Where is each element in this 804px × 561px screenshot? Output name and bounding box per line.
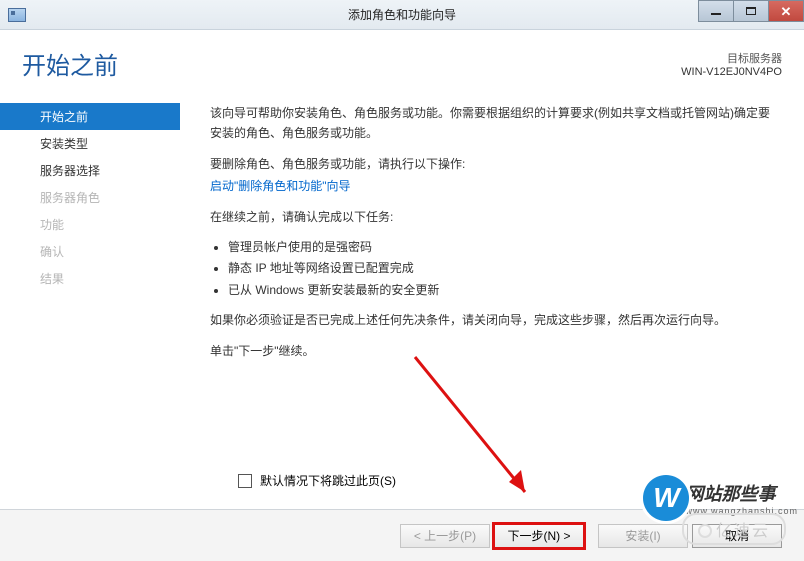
titlebar: 添加角色和功能向导 ✕ (0, 0, 804, 30)
sidebar-item-before-you-begin[interactable]: 开始之前 (0, 103, 180, 130)
previous-button: < 上一步(P) (400, 524, 490, 548)
cancel-button[interactable]: 取消 (692, 524, 782, 548)
remove-label: 要删除角色、角色服务或功能，请执行以下操作: (210, 154, 774, 174)
intro-text: 该向导可帮助你安装角色、角色服务或功能。你需要根据组织的计算要求(例如共享文档或… (210, 103, 774, 144)
close-button[interactable]: ✕ (768, 0, 804, 22)
sidebar-item-features: 功能 (0, 211, 180, 238)
sidebar: 开始之前 安装类型 服务器选择 服务器角色 功能 确认 结果 (0, 95, 180, 371)
install-button: 安装(I) (598, 524, 688, 548)
task-item: 已从 Windows 更新安装最新的安全更新 (228, 280, 774, 300)
close-icon: ✕ (781, 5, 792, 18)
body: 开始之前 安装类型 服务器选择 服务器角色 功能 确认 结果 该向导可帮助你安装… (0, 91, 804, 371)
skip-row: 默认情况下将跳过此页(S) (238, 472, 396, 489)
header: 开始之前 目标服务器 WIN-V12EJ0NV4PO (0, 30, 804, 91)
continue-text: 单击"下一步"继续。 (210, 341, 774, 361)
sidebar-item-server-selection[interactable]: 服务器选择 (0, 157, 180, 184)
sidebar-item-label: 服务器选择 (40, 164, 100, 178)
sidebar-item-label: 安装类型 (40, 137, 88, 151)
button-label: 取消 (725, 527, 749, 544)
minimize-button[interactable] (698, 0, 734, 22)
target-label: 目标服务器 (681, 50, 782, 66)
window-controls: ✕ (699, 0, 804, 22)
sidebar-item-label: 功能 (40, 218, 64, 232)
watermark-main: 网站那些事 (685, 480, 798, 506)
task-item: 管理员帐户使用的是强密码 (228, 237, 774, 257)
sidebar-item-installation-type[interactable]: 安装类型 (0, 130, 180, 157)
skip-checkbox-label: 默认情况下将跳过此页(S) (260, 472, 396, 489)
page-title: 开始之前 (22, 46, 118, 81)
app-icon (8, 8, 26, 22)
maximize-button[interactable] (733, 0, 769, 22)
sidebar-item-server-roles: 服务器角色 (0, 184, 180, 211)
window-title: 添加角色和功能向导 (0, 6, 804, 23)
minimize-icon (711, 13, 721, 15)
footer: < 上一步(P) 下一步(N) > 安装(I) 取消 (0, 509, 804, 561)
button-label: 下一步(N) > (507, 527, 570, 544)
sidebar-item-results: 结果 (0, 265, 180, 292)
remove-wizard-link[interactable]: 启动"删除角色和功能"向导 (210, 179, 351, 193)
target-info: 目标服务器 WIN-V12EJ0NV4PO (681, 46, 782, 78)
tasks-label: 在继续之前，请确认完成以下任务: (210, 207, 774, 227)
sidebar-item-label: 确认 (40, 245, 64, 259)
button-label: 安装(I) (625, 527, 660, 544)
maximize-icon (746, 7, 756, 15)
sidebar-item-confirmation: 确认 (0, 238, 180, 265)
sidebar-item-label: 结果 (40, 272, 64, 286)
task-list: 管理员帐户使用的是强密码 静态 IP 地址等网络设置已配置完成 已从 Windo… (210, 237, 774, 300)
task-item: 静态 IP 地址等网络设置已配置完成 (228, 258, 774, 278)
skip-checkbox[interactable] (238, 474, 252, 488)
sidebar-item-label: 开始之前 (40, 110, 88, 124)
sidebar-item-label: 服务器角色 (40, 191, 100, 205)
button-label: < 上一步(P) (414, 527, 476, 544)
next-button[interactable]: 下一步(N) > (494, 524, 584, 548)
content: 该向导可帮助你安装角色、角色服务或功能。你需要根据组织的计算要求(例如共享文档或… (180, 95, 804, 371)
verify-text: 如果你必须验证是否已完成上述任何先决条件，请关闭向导，完成这些步骤，然后再次运行… (210, 310, 774, 330)
target-server: WIN-V12EJ0NV4PO (681, 66, 782, 78)
